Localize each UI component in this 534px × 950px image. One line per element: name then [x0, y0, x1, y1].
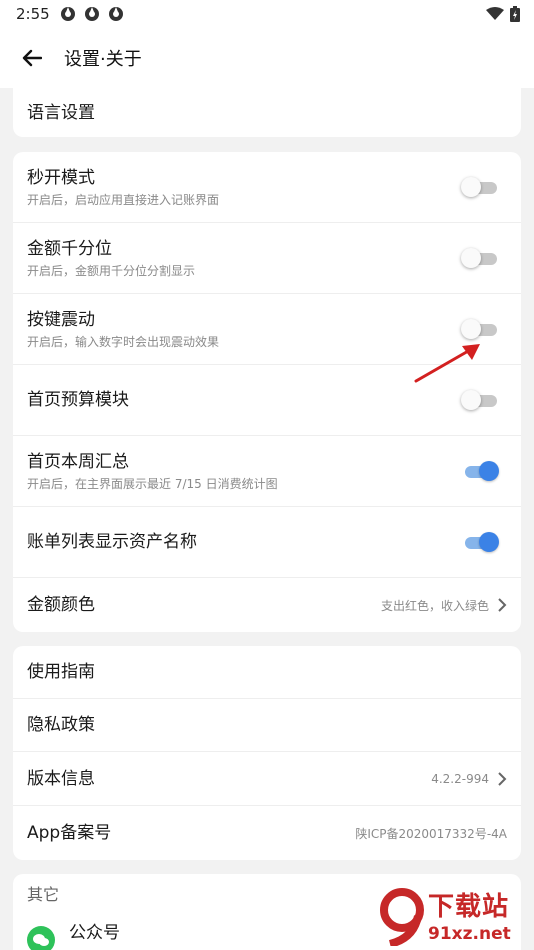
guide-label: 使用指南 [27, 662, 95, 682]
wifi-icon [486, 7, 504, 20]
key-vibration-toggle[interactable] [461, 318, 497, 340]
status-time: 2:55 [16, 5, 50, 23]
watermark: 下载站 91xz.net [380, 880, 534, 950]
home-budget-toggle[interactable] [461, 389, 497, 411]
page-title: 设置·关于 [64, 49, 142, 70]
icp-value: 陕ICP备2020017332号-4A [355, 826, 507, 841]
setting-row-show-asset-name[interactable]: 账单列表显示资产名称 [13, 507, 521, 578]
setting-label: 首页本周汇总 [27, 451, 129, 472]
setting-description: 开启后，在主界面展示最近 7/15 日消费统计图 [27, 476, 278, 491]
setting-label: 金额千分位 [27, 238, 112, 259]
setting-row-quick-open[interactable]: 秒开模式 开启后，启动应用直接进入记账界面 [13, 152, 521, 223]
icp-row[interactable]: App备案号 陕ICP备2020017332号-4A [13, 806, 521, 860]
back-button[interactable] [0, 28, 64, 88]
setting-label: 首页预算模块 [27, 390, 129, 410]
privacy-row[interactable]: 隐私政策 [13, 699, 521, 752]
amount-color-row[interactable]: 金额颜色 支出红色，收入绿色 [13, 578, 521, 632]
about-card: 使用指南 隐私政策 版本信息 4.2.2-994 App备案号 陕ICP备202… [13, 646, 521, 860]
chevron-right-icon [498, 598, 507, 612]
battery-icon [510, 6, 520, 22]
language-setting-label: 语言设置 [27, 102, 95, 123]
weekly-summary-toggle[interactable] [461, 460, 499, 482]
setting-row-weekly-summary[interactable]: 首页本周汇总 开启后，在主界面展示最近 7/15 日消费统计图 [13, 436, 521, 507]
app-bar: 设置·关于 [0, 28, 534, 88]
annotation-arrow-icon [414, 344, 480, 383]
settings-card: 秒开模式 开启后，启动应用直接进入记账界面 金额千分位 开启后，金额用千分位分割… [13, 152, 521, 632]
watermark-url: 91xz.net [428, 924, 511, 944]
quick-open-toggle[interactable] [461, 176, 497, 198]
version-value: 4.2.2-994 [431, 771, 489, 786]
setting-label: 按键震动 [27, 309, 95, 330]
guide-row[interactable]: 使用指南 [13, 646, 521, 699]
setting-description: 开启后，启动应用直接进入记账界面 [27, 192, 220, 207]
language-setting-row[interactable]: 语言设置 [13, 88, 521, 137]
icp-label: App备案号 [27, 823, 112, 843]
setting-description: 开启后，输入数字时会出现震动效果 [27, 334, 220, 349]
watermark-text: 下载站 [428, 892, 510, 922]
version-row[interactable]: 版本信息 4.2.2-994 [13, 752, 521, 806]
show-asset-name-toggle[interactable] [461, 531, 499, 553]
version-label: 版本信息 [27, 768, 95, 789]
app-notification-icon [84, 7, 99, 21]
setting-description: 开启后，金额用千分位分割显示 [27, 263, 196, 278]
chevron-right-icon [498, 771, 507, 786]
amount-color-label: 金额颜色 [27, 595, 95, 615]
app-notification-icon [108, 7, 123, 21]
setting-label: 秒开模式 [27, 167, 95, 188]
watermark-logo-icon [380, 888, 424, 946]
setting-row-thousands-separator[interactable]: 金额千分位 开启后，金额用千分位分割显示 [13, 223, 521, 294]
back-arrow-icon [22, 49, 42, 67]
app-notification-icon [60, 7, 75, 21]
wechat-icon [27, 926, 55, 950]
status-bar: 2:55 [0, 0, 534, 28]
amount-color-value: 支出红色，收入绿色 [380, 598, 489, 613]
thousands-separator-toggle[interactable] [461, 247, 497, 269]
privacy-label: 隐私政策 [27, 715, 95, 735]
setting-label: 账单列表显示资产名称 [27, 532, 197, 552]
language-card: 语言设置 [13, 88, 521, 137]
